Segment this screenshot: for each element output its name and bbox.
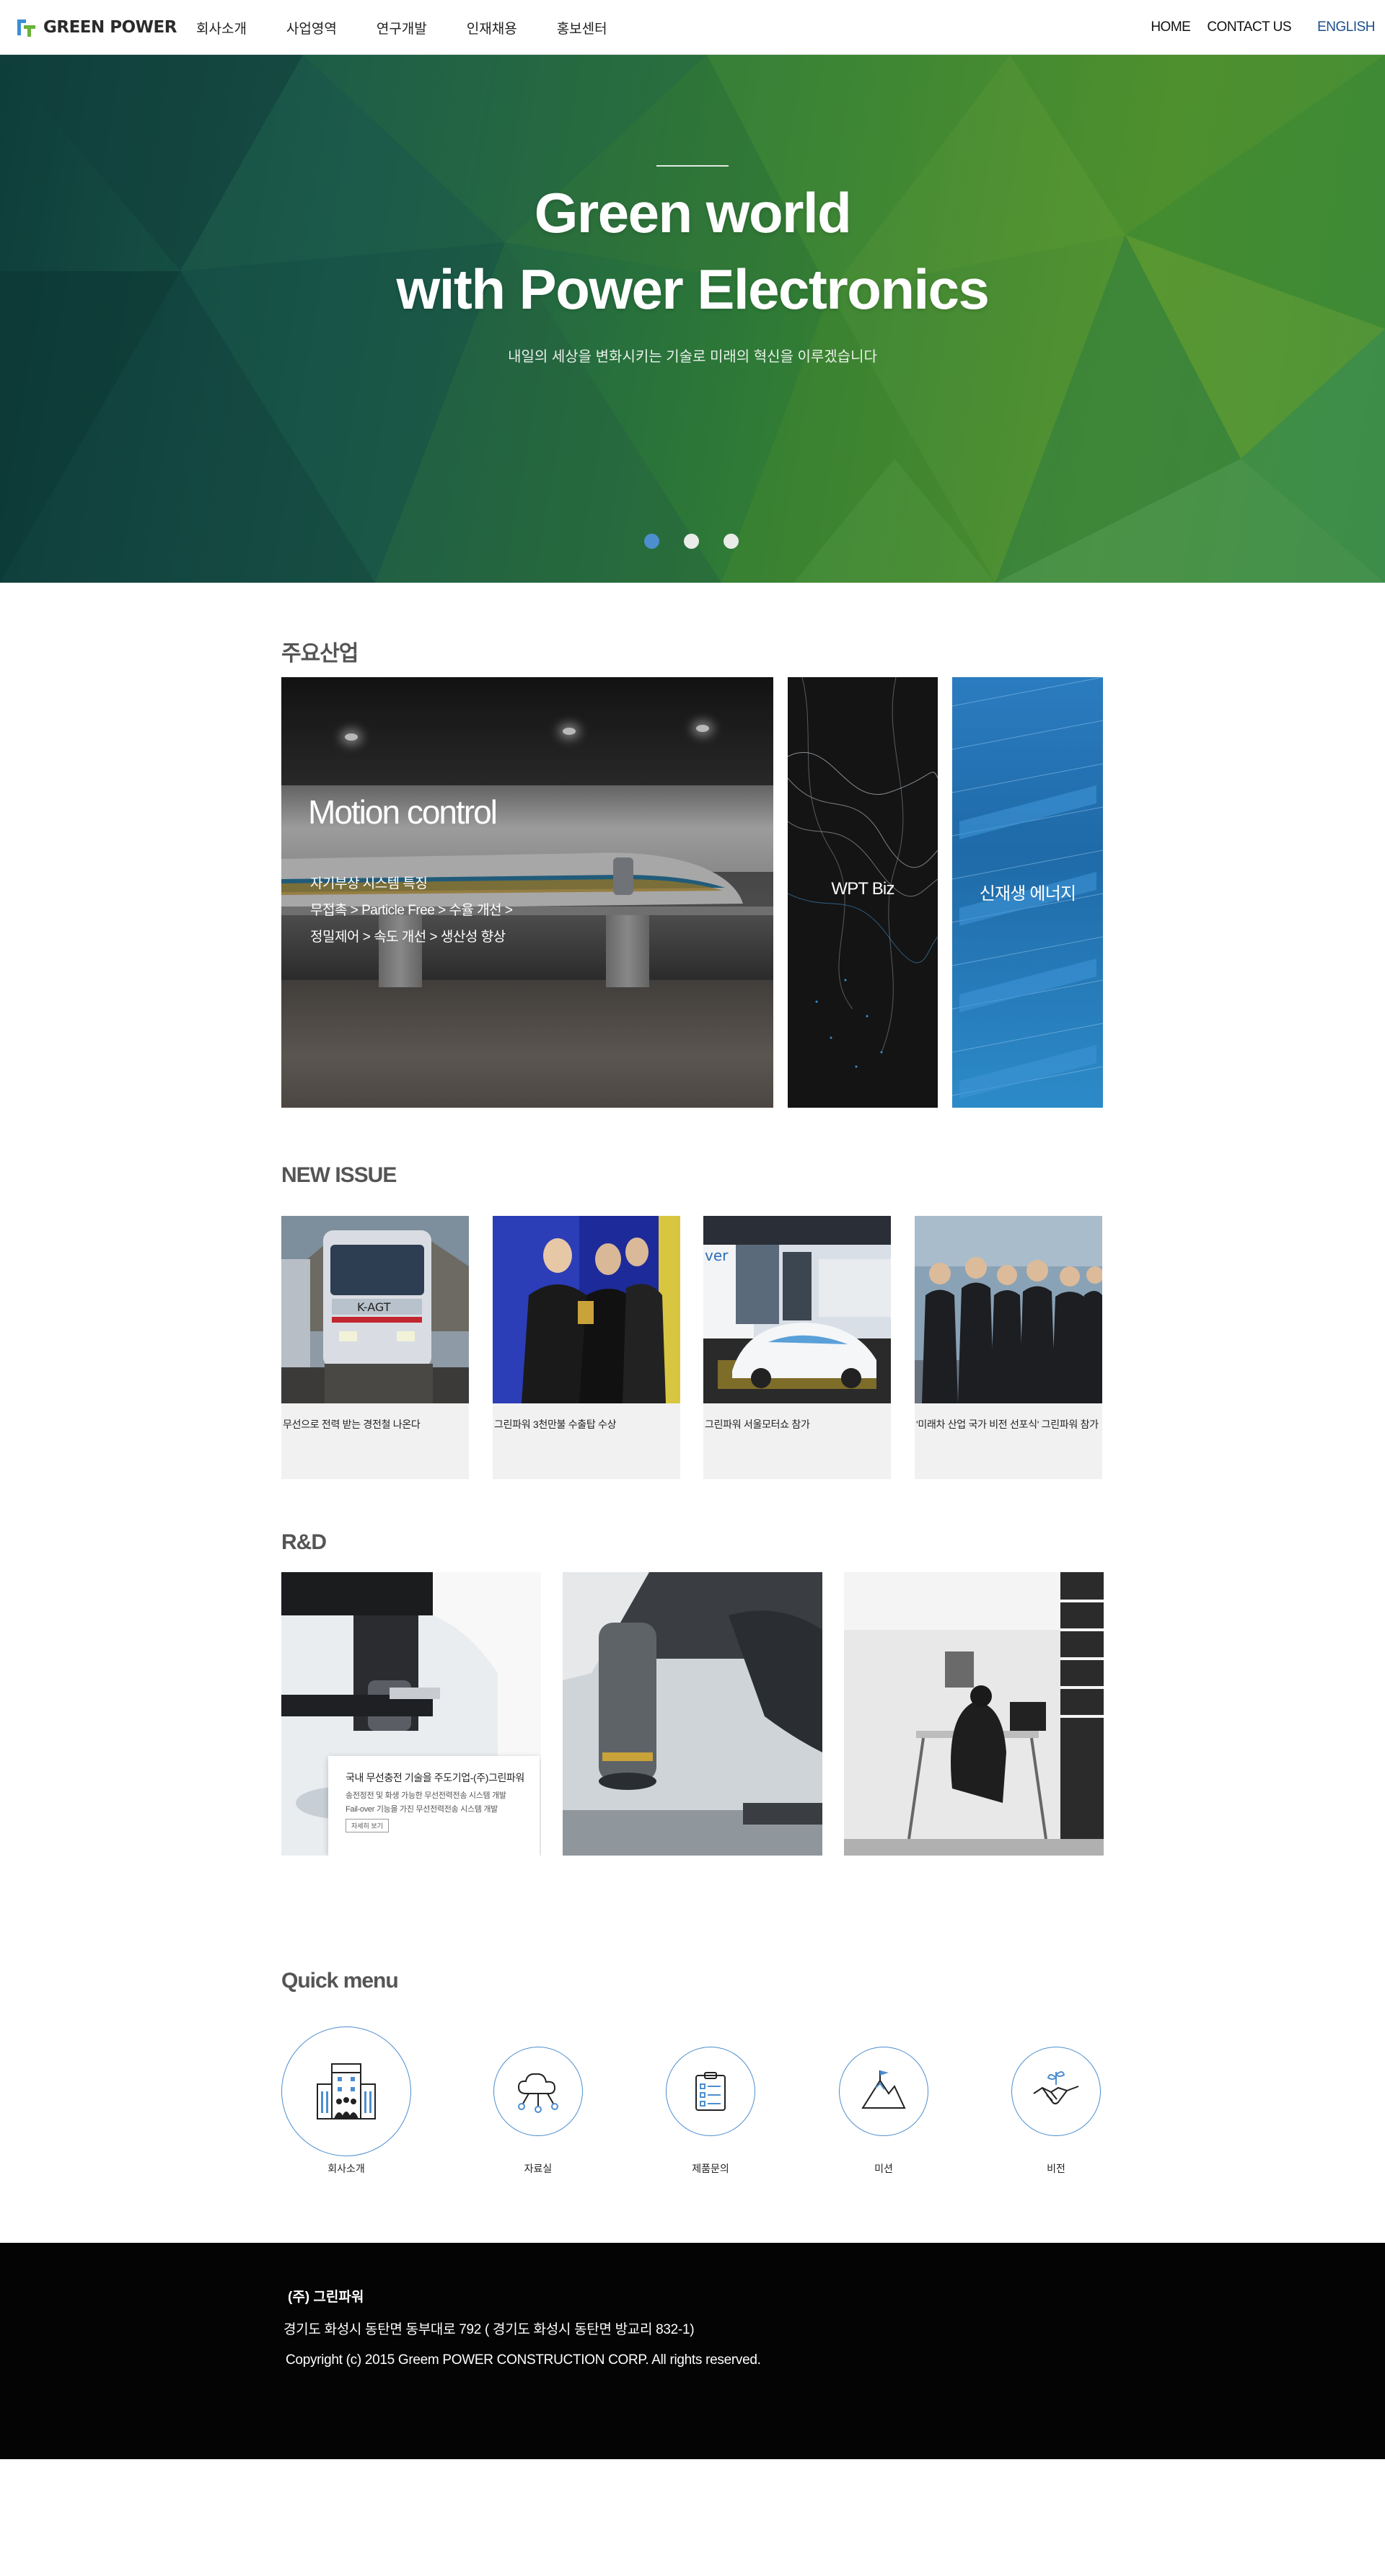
news-image-award bbox=[493, 1216, 680, 1403]
logo-mark-icon bbox=[17, 19, 35, 37]
mountain-flag-icon bbox=[861, 2070, 906, 2109]
logo[interactable]: GREEN POWER bbox=[16, 15, 177, 40]
renewable-label: 신재생 에너지 bbox=[979, 884, 1076, 904]
news-image-ceremony bbox=[915, 1216, 1102, 1403]
industry-renewable-card[interactable]: 신재생 에너지 bbox=[952, 677, 1103, 1108]
handshake-plant-icon bbox=[1033, 2071, 1079, 2104]
hero-title-line1: Green world bbox=[534, 181, 852, 244]
rd-info-box: 국내 무선충전 기술을 주도기업-(주)그린파워 송전정전 및 화생 가능한 무… bbox=[328, 1756, 540, 1856]
quick-archive[interactable]: 자료실 bbox=[473, 2026, 603, 2174]
quick-label: 자료실 bbox=[524, 2163, 553, 2174]
hero-divider bbox=[656, 165, 729, 167]
footer-company: (주) 그린파워 bbox=[288, 2290, 364, 2305]
quick-circle bbox=[839, 2047, 928, 2136]
rd-box-line-2: Fail-over 기능을 가진 무선전력전송 시스템 개발 bbox=[346, 1805, 498, 1814]
nav-business[interactable]: 사업영역 bbox=[286, 18, 337, 38]
quick-circle bbox=[493, 2047, 583, 2136]
nav-careers[interactable]: 인재채용 bbox=[467, 18, 517, 38]
rd-section-title: R&D bbox=[281, 1530, 327, 1554]
slider-pagination bbox=[644, 534, 739, 549]
industry-section-title: 주요산업 bbox=[281, 642, 359, 666]
quick-inquiry[interactable]: 제품문의 bbox=[646, 2026, 775, 2174]
clipboard-checklist-icon bbox=[695, 2072, 726, 2111]
quick-vision[interactable]: 비전 bbox=[991, 2026, 1121, 2174]
slider-dot-2[interactable] bbox=[684, 534, 699, 549]
slider-dot-3[interactable] bbox=[724, 534, 739, 549]
cloud-network-icon bbox=[517, 2073, 558, 2113]
rd-box-title: 국내 무선충전 기술을 주도기업-(주)그린파워 bbox=[346, 1772, 524, 1783]
english-link[interactable]: ENGLISH bbox=[1317, 19, 1375, 35]
site-footer: (주) 그린파워 경기도 화성시 동탄면 동부대로 792 ( 경기도 화성시 … bbox=[0, 2243, 1385, 2459]
quick-label: 회사소개 bbox=[327, 2163, 365, 2174]
utility-nav: HOME CONTACT US ENGLISH bbox=[1134, 0, 1375, 55]
motion-control-line-2: 무접촉 > Particle Free > 수율 개선 > bbox=[310, 903, 513, 918]
quick-menu-title: Quick menu bbox=[281, 1969, 399, 1993]
quick-mission[interactable]: 미션 bbox=[819, 2026, 949, 2174]
logo-text: GREEN POWER bbox=[43, 18, 177, 37]
news-caption: 그린파워 3천만불 수출탑 수상 bbox=[494, 1419, 617, 1430]
nav-company[interactable]: 회사소개 bbox=[196, 18, 247, 38]
quick-circle bbox=[281, 2026, 411, 2156]
hero-title: Green world with Power Electronics bbox=[0, 175, 1385, 327]
industry-motion-control-card[interactable]: Motion control 자기부상 시스템 특징 무접촉 > Particl… bbox=[281, 677, 773, 1108]
main-nav: 회사소개 사업영역 연구개발 인재채용 홍보센터 bbox=[196, 0, 647, 55]
quick-company[interactable]: 회사소개 bbox=[281, 2026, 411, 2174]
quick-circle bbox=[1011, 2047, 1101, 2136]
quick-label: 제품문의 bbox=[692, 2163, 729, 2174]
footer-address: 경기도 화성시 동탄면 동부대로 792 ( 경기도 화성시 동탄면 방교리 8… bbox=[283, 2322, 695, 2337]
building-icon bbox=[317, 2063, 376, 2120]
quick-label: 미션 bbox=[874, 2163, 893, 2174]
rd-card-lens[interactable] bbox=[563, 1572, 822, 1856]
image-overlay bbox=[281, 677, 773, 1108]
slider-dot-1[interactable] bbox=[644, 534, 659, 549]
hero-banner: Green world with Power Electronics 내일의 세… bbox=[0, 55, 1385, 583]
wpt-label: WPT Biz bbox=[831, 879, 894, 899]
news-caption: 그린파워 서울모터쇼 참가 bbox=[705, 1419, 810, 1430]
motion-control-line-3: 정밀제어 > 속도 개선 > 생산성 향상 bbox=[310, 930, 506, 945]
news-caption: 무선으로 전력 받는 경전철 나온다 bbox=[283, 1419, 421, 1430]
rd-image-office bbox=[844, 1572, 1104, 1856]
hero-subtitle: 내일의 세상을 변화시키는 기술로 미래의 혁신을 이루겠습니다 bbox=[508, 349, 877, 365]
quick-circle bbox=[666, 2047, 755, 2136]
contact-link[interactable]: CONTACT US bbox=[1207, 19, 1291, 35]
footer-copyright: Copyright (c) 2015 Greem POWER CONSTRUCT… bbox=[286, 2352, 761, 2368]
news-card[interactable]: ver 그린파워 서울모터쇼 참가 bbox=[703, 1216, 891, 1479]
svg-text:K-AGT: K-AGT bbox=[357, 1300, 391, 1314]
news-section-title: NEW ISSUE bbox=[281, 1163, 397, 1187]
rd-more-button[interactable]: 자세히 보기 bbox=[346, 1819, 389, 1832]
rd-box-line-1: 송전정전 및 화생 가능한 무선전력전송 시스템 개발 bbox=[346, 1791, 506, 1800]
news-image-motorshow: ver bbox=[703, 1216, 891, 1403]
home-link[interactable]: HOME bbox=[1151, 19, 1191, 35]
motion-control-title: Motion control bbox=[308, 793, 498, 831]
nav-pr-center[interactable]: 홍보센터 bbox=[557, 18, 607, 38]
nav-research[interactable]: 연구개발 bbox=[377, 18, 427, 38]
industry-wpt-card[interactable]: WPT Biz bbox=[788, 677, 938, 1108]
site-header: GREEN POWER 회사소개 사업영역 연구개발 인재채용 홍보센터 HOM… bbox=[0, 0, 1385, 55]
rd-card-microscope[interactable]: 국내 무선충전 기술을 주도기업-(주)그린파워 송전정전 및 화생 가능한 무… bbox=[281, 1572, 541, 1856]
rd-card-office[interactable] bbox=[844, 1572, 1104, 1856]
motion-control-line-1: 자기부상 시스템 특징 bbox=[310, 876, 428, 891]
news-card[interactable]: '미래차 산업 국가 비전 선포식' 그린파워 참가 bbox=[915, 1216, 1102, 1479]
svg-text:ver: ver bbox=[705, 1247, 729, 1264]
rd-image-lens bbox=[563, 1572, 822, 1856]
news-image-train: K-AGT bbox=[281, 1216, 469, 1403]
hero-title-line2: with Power Electronics bbox=[396, 257, 990, 321]
news-card[interactable]: K-AGT 무선으로 전력 받는 경전철 나온다 bbox=[281, 1216, 469, 1479]
news-caption: '미래차 산업 국가 비전 선포식' 그린파워 참가 bbox=[916, 1419, 1099, 1430]
news-card[interactable]: 그린파워 3천만불 수출탑 수상 bbox=[493, 1216, 680, 1479]
quick-label: 비전 bbox=[1047, 2163, 1065, 2174]
